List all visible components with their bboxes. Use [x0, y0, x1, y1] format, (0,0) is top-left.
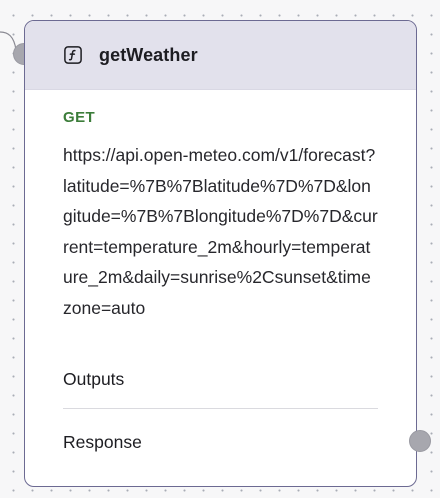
function-icon — [64, 46, 82, 64]
workflow-node-card[interactable]: getWeather GET https://api.open-meteo.co… — [24, 20, 417, 487]
node-header[interactable]: getWeather — [25, 21, 416, 90]
node-title: getWeather — [99, 44, 198, 65]
node-body: GET https://api.open-meteo.com/v1/foreca… — [25, 109, 416, 453]
outputs-section-label: Outputs — [63, 369, 125, 389]
response-output-connector-handle[interactable] — [409, 430, 431, 452]
request-url: https://api.open-meteo.com/v1/forecast?l… — [63, 145, 378, 318]
section-divider — [63, 408, 378, 409]
http-method-label: GET — [63, 109, 96, 126]
response-output-label: Response — [63, 432, 142, 452]
